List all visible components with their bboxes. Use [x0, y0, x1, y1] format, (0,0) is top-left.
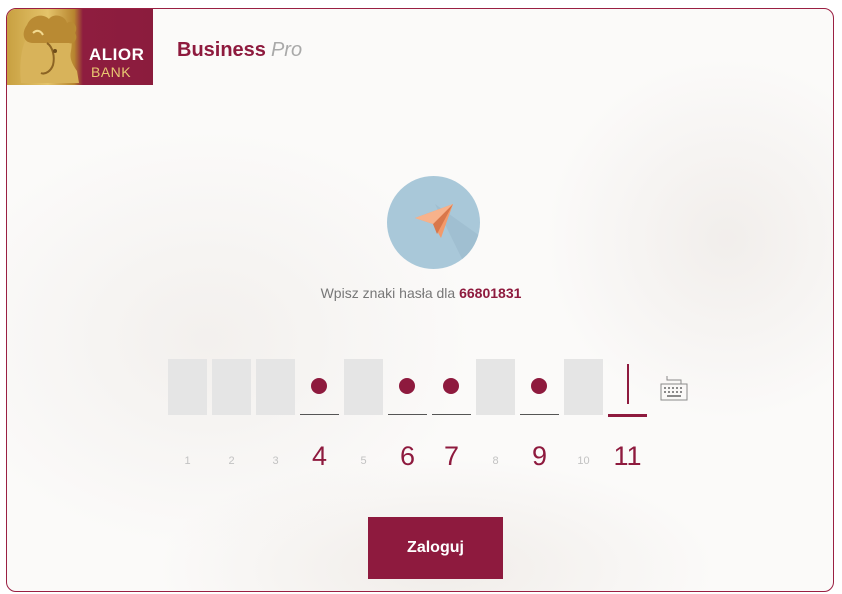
account-number: 66801831 [459, 285, 522, 301]
password-slot-7[interactable] [432, 359, 471, 415]
login-button[interactable]: Zaloguj [368, 517, 503, 579]
slot-number: 3 [272, 455, 279, 467]
password-slot-1 [168, 359, 207, 415]
statue-head-icon [20, 15, 79, 83]
product-title-sub: Pro [270, 39, 303, 61]
slot-number-active: 7 [443, 441, 460, 471]
slot-number-active: 9 [531, 441, 548, 471]
paper-plane-icon [387, 176, 480, 269]
slot-number: 10 [577, 455, 590, 467]
password-slot-4[interactable] [300, 359, 339, 415]
product-title: Business Pro [177, 39, 302, 62]
password-slot-8 [476, 359, 515, 415]
password-slot-2 [212, 359, 251, 415]
password-slot-5 [344, 359, 383, 415]
logo-text-bank: BANK [91, 64, 132, 80]
password-slot-6[interactable] [388, 359, 427, 415]
slot-number: 8 [492, 455, 499, 467]
password-slot-3 [256, 359, 295, 415]
slot-number-active: 4 [311, 441, 328, 471]
header: ALIOR BANK Business Pro [7, 9, 833, 85]
logo-text-alior: ALIOR [89, 45, 145, 64]
password-slot-11[interactable] [608, 359, 647, 417]
slot-number: 1 [184, 455, 191, 467]
alior-bank-logo[interactable]: ALIOR BANK [7, 9, 153, 85]
password-prompt: Wpisz znaki hasła dla 66801831 [7, 285, 833, 301]
slot-number-active: 6 [399, 441, 416, 471]
prompt-text: Wpisz znaki hasła dla [320, 285, 456, 301]
app-frame: ALIOR BANK Business Pro Wpisz znaki hasła… [6, 8, 834, 592]
product-title-main: Business [177, 39, 266, 61]
keyboard-icon[interactable] [659, 374, 689, 404]
slot-number-active: 11 [613, 441, 642, 471]
password-slot-9[interactable] [520, 359, 559, 415]
slot-number: 5 [360, 455, 367, 467]
password-slot-10 [564, 359, 603, 415]
slot-number: 2 [228, 455, 235, 467]
